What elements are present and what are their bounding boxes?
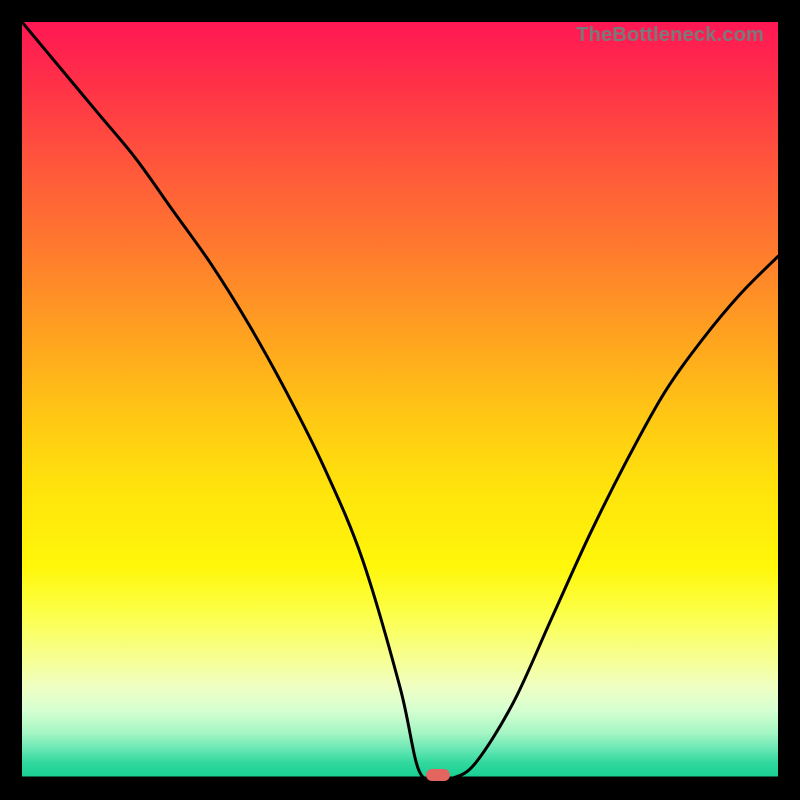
bottleneck-curve [22, 22, 778, 778]
optimal-point-marker [426, 769, 450, 781]
plot-area: TheBottleneck.com [22, 22, 778, 778]
chart-frame: TheBottleneck.com [0, 0, 800, 800]
